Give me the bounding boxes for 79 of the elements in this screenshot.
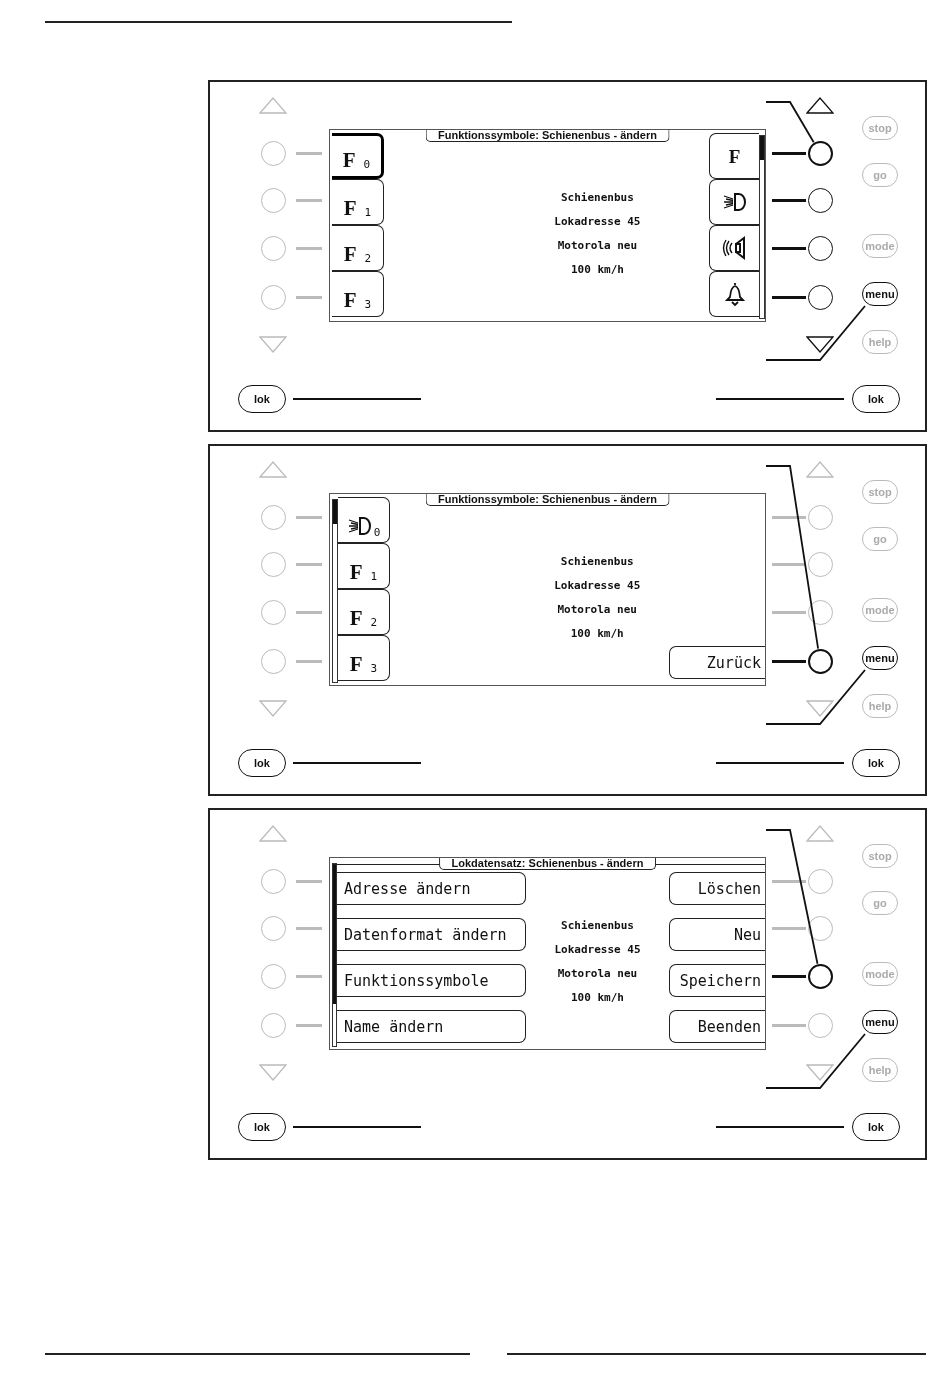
key-line <box>772 659 806 663</box>
scrollbar[interactable] <box>332 863 337 1047</box>
function-softkey[interactable]: F 2 <box>332 225 384 271</box>
softkey[interactable]: Adresse ändern <box>337 872 526 905</box>
function-softkey[interactable]: 0 <box>338 497 390 543</box>
key-line <box>772 246 806 250</box>
hardware-key[interactable] <box>807 284 833 310</box>
softkey[interactable]: Funktionssymbole <box>337 964 526 997</box>
key-line <box>296 151 322 155</box>
key-line <box>296 199 322 202</box>
info-text: Lokadresse 45 <box>554 578 641 594</box>
up-arrow-icon[interactable] <box>806 97 834 114</box>
scrollbar-thumb[interactable] <box>333 500 337 524</box>
hardware-key[interactable] <box>807 648 833 674</box>
function-softkey[interactable]: F 1 <box>338 543 390 589</box>
info-text: Schienenbus <box>560 554 634 570</box>
key-line <box>772 563 806 566</box>
function-softkey[interactable]: F 2 <box>338 589 390 635</box>
key-line <box>296 974 322 978</box>
softkey[interactable]: Speichern <box>669 964 765 997</box>
hardware-key[interactable] <box>807 188 833 213</box>
function-softkey[interactable]: F 1 <box>332 179 384 225</box>
hardware-key[interactable] <box>807 916 833 941</box>
info-text: Motorola neu <box>557 238 638 254</box>
softkey[interactable]: Löschen <box>669 872 765 905</box>
speaker-icon <box>721 235 748 261</box>
info-text: Lokadresse 45 <box>554 214 641 230</box>
key-line <box>772 879 806 883</box>
symbol-softkey[interactable] <box>709 179 759 225</box>
key-line <box>772 151 806 155</box>
key-line <box>772 1023 806 1027</box>
key-line <box>296 515 322 519</box>
symbol-softkey[interactable] <box>709 271 759 317</box>
info-text: Lokadresse 45 <box>554 942 641 958</box>
softkey[interactable]: Neu <box>669 918 765 951</box>
key-line <box>772 610 806 614</box>
softkey[interactable]: Name ändern <box>337 1010 526 1043</box>
down-arrow-icon[interactable] <box>806 1064 834 1081</box>
key-line <box>772 199 806 202</box>
key-line <box>296 879 322 883</box>
scrollbar[interactable] <box>332 499 338 683</box>
key-line <box>772 515 806 519</box>
info-text: Motorola neu <box>557 602 637 618</box>
screen-title: Funktionssymbole: Schienenbus - ändern <box>425 494 670 506</box>
info-text: 100 km/h <box>570 626 624 642</box>
info-text: Motorola neu <box>557 966 638 982</box>
key-line <box>296 1023 322 1027</box>
scrollbar-thumb[interactable] <box>760 136 764 160</box>
info-text: 100 km/h <box>570 262 624 278</box>
hardware-key[interactable] <box>807 235 833 261</box>
info-text: 100 km/h <box>571 990 624 1006</box>
hardware-key[interactable] <box>807 963 833 989</box>
symbol-softkey[interactable]: F <box>709 133 759 179</box>
hardware-key[interactable] <box>807 599 833 625</box>
key-line <box>296 563 322 566</box>
scrollbar-thumb[interactable] <box>333 864 336 1004</box>
softkey[interactable]: Zurück <box>669 646 765 679</box>
key-line <box>296 927 322 930</box>
key-line <box>296 659 322 663</box>
function-softkey[interactable]: F 3 <box>332 271 384 317</box>
softkey[interactable]: Datenformat ändern <box>337 918 526 951</box>
softkey[interactable]: Beenden <box>669 1010 765 1043</box>
function-softkey[interactable]: F 3 <box>338 635 390 681</box>
symbol-softkey[interactable] <box>709 225 759 271</box>
key-line <box>296 610 322 614</box>
screen-title: Funktionssymbole: Schienenbus - ändern <box>425 130 670 142</box>
key-line <box>772 927 806 930</box>
down-arrow-icon[interactable] <box>806 336 834 353</box>
scrollbar[interactable] <box>759 135 765 319</box>
key-line <box>296 246 322 250</box>
down-arrow-icon[interactable] <box>806 700 834 717</box>
key-line <box>296 295 322 299</box>
key-line <box>772 974 806 978</box>
info-text: Schienenbus <box>561 918 634 934</box>
hardware-key[interactable] <box>807 140 833 166</box>
key-line <box>772 295 806 299</box>
function-softkey[interactable]: F 0 <box>332 133 384 179</box>
info-text: Schienenbus <box>560 190 634 206</box>
screen-title: Lokdatensatz: Schienenbus - ändern <box>438 858 657 870</box>
